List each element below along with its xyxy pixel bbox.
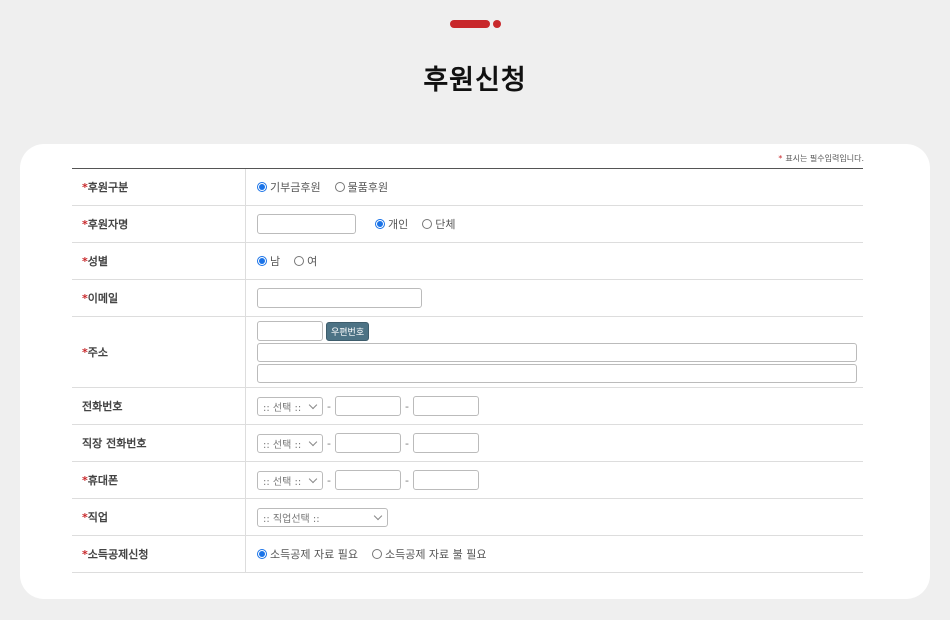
form-card: * 표시는 필수입력입니다. *후원구분 기부금후원 물품후원 *후원자명 개인 … bbox=[20, 144, 930, 599]
zipcode-button[interactable]: 우편번호 bbox=[326, 321, 370, 341]
mobile-last-input[interactable] bbox=[412, 470, 479, 490]
page-title: 후원신청 bbox=[423, 65, 527, 96]
radio-tax-not-needed[interactable]: 소득공제 자료 불 필요 bbox=[371, 546, 487, 562]
decoration-pill bbox=[450, 20, 490, 28]
chevron-down-icon bbox=[373, 511, 383, 520]
sponsor-name-input[interactable] bbox=[257, 214, 356, 234]
label-email: *이메일 bbox=[82, 292, 119, 305]
label-sponsor-name: *후원자명 bbox=[82, 218, 129, 231]
row-support-type: *후원구분 기부금후원 물품후원 bbox=[72, 169, 863, 206]
required-star: * bbox=[778, 154, 783, 163]
row-email: *이메일 bbox=[72, 280, 863, 317]
label-work-phone: 직장 전화번호 bbox=[82, 437, 147, 450]
field-job: :: 직업선택 :: bbox=[245, 499, 863, 535]
job-select[interactable]: :: 직업선택 :: bbox=[257, 507, 388, 527]
phone-last-input[interactable] bbox=[412, 396, 479, 416]
required-note-text: 표시는 필수입력입니다. bbox=[785, 154, 864, 163]
radio-female[interactable]: 여 bbox=[294, 253, 317, 269]
mobile-middle-input[interactable] bbox=[334, 470, 401, 490]
radio-circle-checked bbox=[257, 182, 267, 192]
field-email bbox=[245, 280, 863, 316]
row-phone: 전화번호 :: 선택 :: - - bbox=[72, 388, 863, 425]
application-form: *후원구분 기부금후원 물품후원 *후원자명 개인 단체 *성별 남 여 *이메… bbox=[72, 168, 863, 573]
radio-circle bbox=[294, 256, 305, 266]
chevron-down-icon bbox=[308, 400, 318, 409]
field-tax-deduction: 소득공제 자료 필요 소득공제 자료 불 필요 bbox=[245, 536, 863, 572]
work-phone-area-select[interactable]: :: 선택 :: bbox=[257, 433, 323, 453]
field-gender: 남 여 bbox=[245, 243, 863, 279]
radio-individual[interactable]: 개인 bbox=[375, 216, 408, 232]
address-input-1[interactable] bbox=[257, 343, 857, 362]
label-job: *직업 bbox=[82, 511, 109, 524]
field-mobile: :: 선택 :: - - bbox=[245, 462, 863, 498]
radio-male[interactable]: 남 bbox=[257, 253, 280, 269]
address-input-2[interactable] bbox=[257, 364, 857, 383]
mobile-prefix-select[interactable]: :: 선택 :: bbox=[257, 470, 323, 490]
phone-area-select[interactable]: :: 선택 :: bbox=[257, 396, 323, 416]
radio-tax-needed[interactable]: 소득공제 자료 필요 bbox=[257, 546, 358, 562]
work-phone-last-input[interactable] bbox=[412, 433, 479, 453]
label-gender: *성별 bbox=[82, 255, 109, 268]
chevron-down-icon bbox=[308, 474, 318, 483]
required-note: * 표시는 필수입력입니다. bbox=[778, 153, 864, 164]
zipcode-input[interactable] bbox=[257, 321, 323, 341]
label-phone: 전화번호 bbox=[82, 400, 123, 413]
address-line-1 bbox=[257, 343, 857, 362]
radio-group[interactable]: 단체 bbox=[422, 216, 456, 232]
radio-circle bbox=[334, 182, 345, 192]
radio-donation[interactable]: 기부금후원 bbox=[257, 179, 321, 195]
label-support-type: *후원구분 bbox=[82, 181, 129, 194]
decoration-dot bbox=[493, 20, 501, 28]
row-job: *직업 :: 직업선택 :: bbox=[72, 499, 863, 536]
field-sponsor-name: 개인 단체 bbox=[245, 206, 863, 242]
radio-circle-checked bbox=[257, 549, 267, 559]
phone-middle-input[interactable] bbox=[334, 396, 401, 416]
radio-circle bbox=[371, 549, 382, 559]
radio-circle bbox=[422, 219, 433, 229]
field-work-phone: :: 선택 :: - - bbox=[245, 425, 863, 461]
row-work-phone: 직장 전화번호 :: 선택 :: - - bbox=[72, 425, 863, 462]
radio-goods[interactable]: 물품후원 bbox=[334, 179, 388, 195]
row-sponsor-name: *후원자명 개인 단체 bbox=[72, 206, 863, 243]
row-tax-deduction: *소득공제신청 소득공제 자료 필요 소득공제 자료 불 필요 bbox=[72, 536, 863, 573]
row-gender: *성별 남 여 bbox=[72, 243, 863, 280]
label-tax-deduction: *소득공제신청 bbox=[82, 548, 149, 561]
work-phone-middle-input[interactable] bbox=[334, 433, 401, 453]
email-input[interactable] bbox=[257, 288, 422, 308]
address-line-2 bbox=[257, 364, 857, 383]
radio-circle-checked bbox=[375, 219, 385, 229]
radio-circle-checked bbox=[257, 256, 267, 266]
label-address: *주소 bbox=[82, 346, 109, 359]
field-phone: :: 선택 :: - - bbox=[245, 388, 863, 424]
field-address: 우편번호 bbox=[245, 317, 863, 387]
address-zip-line: 우편번호 bbox=[257, 321, 370, 341]
field-support-type: 기부금후원 물품후원 bbox=[245, 169, 863, 205]
chevron-down-icon bbox=[308, 437, 318, 446]
row-address: *주소 우편번호 bbox=[72, 317, 863, 388]
row-mobile: *휴대폰 :: 선택 :: - - bbox=[72, 462, 863, 499]
label-mobile: *휴대폰 bbox=[82, 474, 119, 487]
